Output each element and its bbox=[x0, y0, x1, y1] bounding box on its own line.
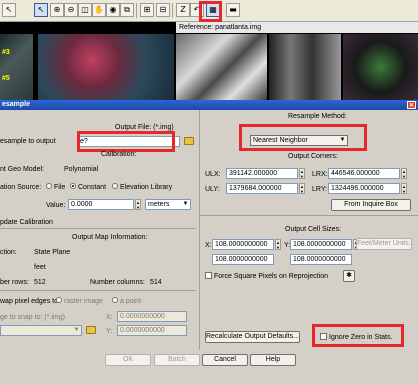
snap-file-input[interactable]: ▼ bbox=[0, 325, 82, 336]
zoom-out-icon[interactable]: ⊖ bbox=[64, 3, 78, 17]
uly-spinner[interactable]: ▲ ▼ bbox=[299, 183, 305, 194]
folder-icon[interactable] bbox=[184, 137, 194, 145]
snap-y-label: Y: bbox=[106, 328, 113, 335]
snap-point-radio[interactable]: a point bbox=[112, 297, 141, 306]
ulx-label: ULX: bbox=[205, 171, 221, 178]
lry-label: LRY: bbox=[312, 186, 328, 193]
ulx-input[interactable]: 391142.000000 bbox=[226, 168, 298, 179]
cols-label: Number columns: bbox=[90, 279, 145, 286]
image-tile bbox=[269, 34, 341, 100]
cell-y-input[interactable]: 108.0000000000 bbox=[290, 239, 352, 250]
info-icon[interactable]: ◉ bbox=[106, 3, 120, 17]
image-tile bbox=[176, 34, 267, 100]
method-label: Resample Method: bbox=[288, 113, 347, 120]
cell-x-spinner[interactable]: ▲ ▼ bbox=[275, 239, 281, 250]
toolbar: ↖ ↖ ⊕ ⊖ ◫ ✋ ◉ ⧉ ⊞ ⊟ Z ↶ ▦ ▬ bbox=[0, 0, 418, 22]
lrx-label: LRX: bbox=[312, 171, 328, 178]
rows-value: 512 bbox=[34, 279, 46, 286]
uly-input[interactable]: 1379684.000000 bbox=[226, 183, 298, 194]
pan-icon[interactable]: ✋ bbox=[92, 3, 106, 17]
image-strip: Reference: panatlanta.img #3 #5 bbox=[0, 22, 418, 100]
help-button[interactable]: Help bbox=[250, 354, 296, 366]
z-icon[interactable]: Z bbox=[176, 3, 190, 17]
snap-to-label: ge to snap to: (*.img) bbox=[0, 314, 65, 321]
lrx-spinner[interactable]: ▲ ▼ bbox=[401, 168, 407, 179]
source-constant-radio[interactable]: Constant bbox=[70, 183, 106, 192]
cell-sizes-label: Output Cell Sizes: bbox=[285, 226, 342, 233]
value-spinner[interactable]: ▲ ▼ bbox=[135, 199, 141, 210]
resample-label: esample to output bbox=[0, 138, 56, 145]
ruler-icon[interactable]: ▬ bbox=[226, 3, 240, 17]
corners-label: Output Corners: bbox=[288, 153, 338, 160]
lry-input[interactable]: 1324496.000000 bbox=[328, 183, 400, 194]
ok-button[interactable]: OK bbox=[105, 354, 151, 366]
cell-y2-input[interactable]: 108.0000000000 bbox=[290, 254, 352, 265]
output-file-highlight bbox=[77, 131, 175, 152]
inquire-box-button[interactable]: From Inquire Box bbox=[331, 199, 411, 211]
georef-highlight bbox=[199, 1, 222, 22]
image-tile bbox=[38, 34, 174, 100]
snap-x-input[interactable]: 0.0000000000 bbox=[117, 311, 187, 322]
ignore-zero-highlight bbox=[312, 324, 404, 347]
projection-label: ction: bbox=[0, 249, 17, 256]
force-square-checkbox[interactable]: Force Square Pixels on Reprojection bbox=[205, 271, 328, 281]
dialog-title: esample bbox=[2, 101, 31, 108]
close-icon[interactable]: ✕ bbox=[407, 101, 416, 109]
link-icon[interactable]: ⧉ bbox=[120, 3, 134, 17]
swipe-icon[interactable]: ⊟ bbox=[156, 3, 170, 17]
units-select[interactable]: meters ▼ bbox=[145, 199, 191, 210]
calibration-label: Calibration: bbox=[101, 151, 137, 158]
force-square-options-icon[interactable]: ✱ bbox=[343, 270, 355, 282]
geo-model-value: Polynomial bbox=[64, 166, 99, 173]
value-label: Value: bbox=[46, 202, 66, 209]
projection-value: State Plane bbox=[34, 249, 71, 256]
method-highlight bbox=[239, 124, 367, 151]
image-tile bbox=[343, 34, 418, 100]
lrx-input[interactable]: 446546.000000 bbox=[328, 168, 400, 179]
gcp-label: #3 bbox=[2, 49, 10, 56]
source-label: ation Source: bbox=[0, 184, 42, 191]
uly-label: ULY: bbox=[205, 186, 220, 193]
cancel-button[interactable]: Cancel bbox=[202, 354, 248, 366]
map-info-label: Output Map Information: bbox=[72, 234, 148, 241]
cols-value: 514 bbox=[150, 279, 162, 286]
value-input[interactable]: 0.0000 bbox=[68, 199, 134, 210]
lry-spinner[interactable]: ▲ ▼ bbox=[401, 183, 407, 194]
rows-label: ber rows: bbox=[0, 279, 29, 286]
cell-x-input[interactable]: 108.0000000000 bbox=[212, 239, 274, 250]
snap-raster-radio[interactable]: raster image bbox=[56, 297, 103, 306]
source-file-radio[interactable]: File bbox=[46, 183, 65, 192]
snap-label: wap pixel edges to bbox=[0, 298, 58, 305]
snap-x-label: X: bbox=[106, 314, 113, 321]
compare-icon[interactable]: ⊞ bbox=[140, 3, 154, 17]
cell-x2-input[interactable]: 108.0000000000 bbox=[212, 254, 274, 265]
resample-dialog: esample ✕ esample to output Output File:… bbox=[0, 100, 418, 385]
zoom-in-icon[interactable]: ⊕ bbox=[50, 3, 64, 17]
gcp-label: #5 bbox=[2, 75, 10, 82]
select-arrow-icon[interactable]: ↖ bbox=[2, 3, 16, 17]
geo-model-label: nt Geo Model: bbox=[0, 166, 44, 173]
update-calibration-label: pdate Calibration bbox=[0, 219, 53, 226]
fit-icon[interactable]: ◫ bbox=[78, 3, 92, 17]
feet-meter-units-button[interactable]: Feet/Meter Units... bbox=[356, 238, 415, 250]
source-elev-radio[interactable]: Elevation Library bbox=[112, 183, 172, 192]
cell-x-label: X: bbox=[205, 242, 212, 249]
dialog-titlebar: esample ✕ bbox=[0, 100, 418, 110]
batch-button[interactable]: Batch bbox=[154, 354, 200, 366]
reference-label: Reference: panatlanta.img bbox=[176, 22, 418, 33]
snap-y-input[interactable]: 0.0000000000 bbox=[117, 325, 187, 336]
folder-icon[interactable] bbox=[86, 326, 96, 334]
chevron-down-icon: ▼ bbox=[182, 201, 189, 207]
units-value: feet bbox=[34, 264, 46, 271]
image-tile: #3 #5 bbox=[0, 34, 33, 100]
ulx-spinner[interactable]: ▲ ▼ bbox=[299, 168, 305, 179]
recalculate-defaults-button[interactable]: Recalculate Output Defaults... bbox=[205, 331, 300, 343]
select-arrow-icon[interactable]: ↖ bbox=[34, 3, 48, 17]
